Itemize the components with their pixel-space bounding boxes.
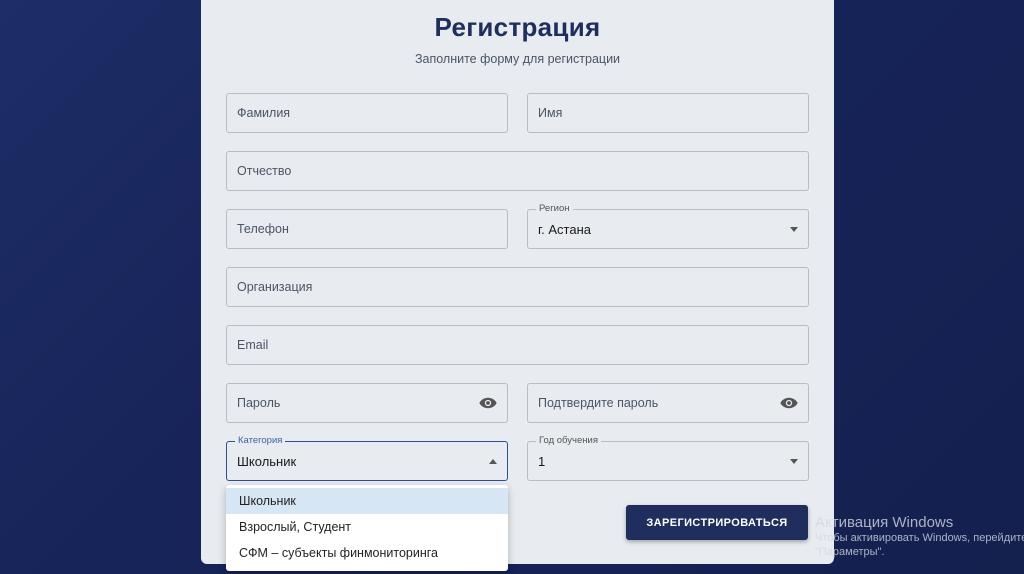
category-option-sfm[interactable]: СФМ – субъекты финмониторинга [226,540,508,566]
category-label: Категория [235,435,286,447]
confirm-password-placeholder: Подтвердите пароль [538,396,659,410]
chevron-down-icon [790,459,798,464]
email-field[interactable]: Email [226,325,809,365]
password-field[interactable]: Пароль [226,383,508,423]
study-year-select[interactable]: Год обучения 1 [527,435,809,481]
category-select[interactable]: Категория Школьник [226,435,508,481]
study-year-label: Год обучения [536,435,601,447]
last-name-field[interactable]: Фамилия [226,93,508,133]
category-dropdown-menu: Школьник Взрослый, Студент СФМ – субъект… [226,485,508,571]
organization-placeholder: Организация [237,280,313,294]
patronymic-field[interactable]: Отчество [226,151,809,191]
study-year-value: 1 [538,453,546,469]
email-placeholder: Email [237,338,269,352]
region-select[interactable]: Регион г. Астана [527,203,809,249]
password-placeholder: Пароль [237,396,281,410]
watermark-line-1: Чтобы активировать Windows, перейдите [815,532,1024,544]
eye-icon[interactable] [479,397,497,409]
organization-field[interactable]: Организация [226,267,809,307]
region-value: г. Астана [538,221,591,237]
page-subtitle: Заполните форму для регистрации [414,52,621,66]
page-title: Регистрация [434,12,601,42]
category-option-schoolchild[interactable]: Школьник [226,488,508,514]
category-value: Школьник [237,453,297,469]
windows-activation-watermark: Активация Windows Чтобы активировать Win… [815,514,1024,559]
confirm-password-field[interactable]: Подтвердите пароль [527,383,809,423]
phone-field[interactable]: Телефон [226,209,508,249]
patronymic-placeholder: Отчество [237,164,292,178]
chevron-down-icon [790,227,798,232]
watermark-line-2: "Параметры". [815,546,885,558]
phone-placeholder: Телефон [237,222,289,236]
first-name-placeholder: Имя [538,106,563,120]
region-label: Регион [536,203,573,215]
eye-icon[interactable] [780,397,798,409]
watermark-title: Активация Windows [815,514,954,531]
chevron-up-icon [489,459,497,464]
last-name-placeholder: Фамилия [237,106,291,120]
first-name-field[interactable]: Имя [527,93,809,133]
category-option-adult-student[interactable]: Взрослый, Студент [226,514,508,540]
register-button[interactable]: ЗАРЕГИСТРИРОВАТЬСЯ [626,505,808,540]
